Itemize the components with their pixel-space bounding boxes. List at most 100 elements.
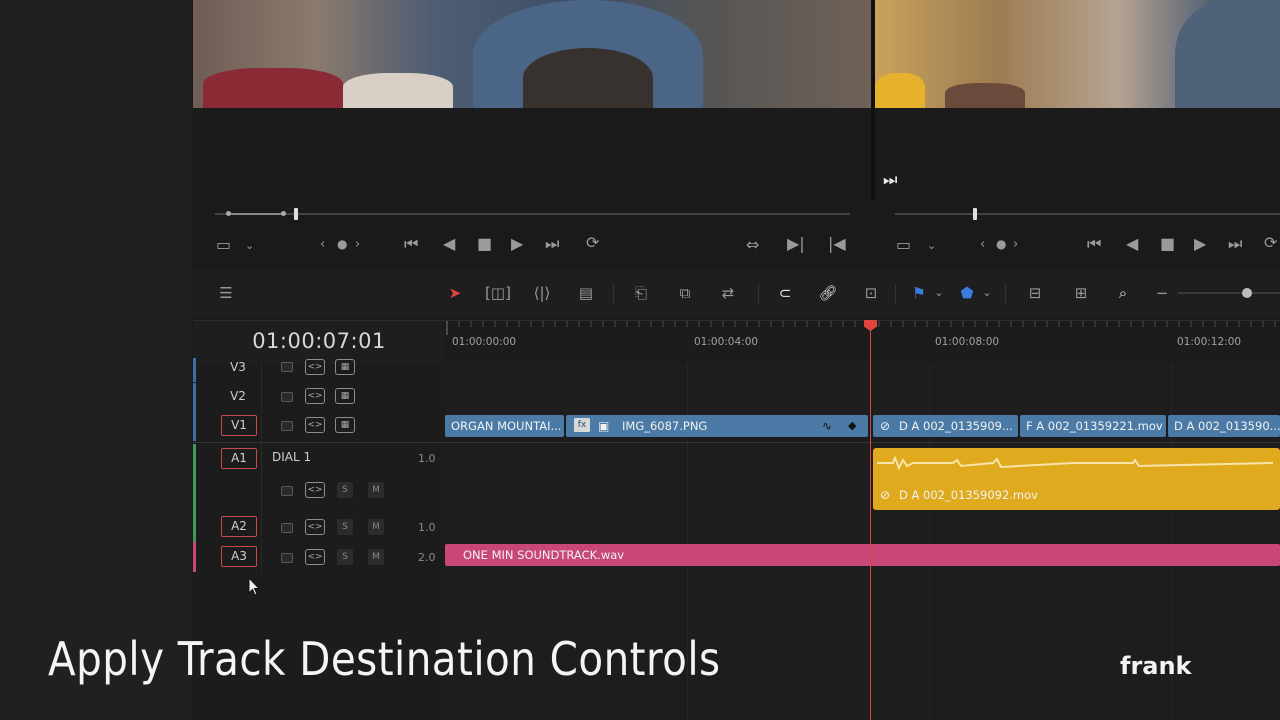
go-to-end-icon[interactable]: ⏭ [1228,236,1242,252]
insert-clip-icon[interactable]: ⎗ [625,282,657,304]
mute-button[interactable]: M [368,519,384,535]
timeline-clip-da2[interactable]: D A 002_013590... [1168,415,1280,437]
dynamic-trim-icon[interactable]: ⟨|⟩ [526,282,558,304]
go-to-end-icon[interactable]: ⏭ [545,236,559,252]
source-scrubber[interactable] [215,213,850,215]
track-destination-v1[interactable]: V1 [221,415,257,436]
track-volume-a1: 1.0 [418,452,436,465]
timeline-clip-organ[interactable]: ORGAN MOUNTAI... [445,415,564,437]
source-view-options-icon[interactable]: ▭ [216,237,231,253]
track-destination-a2[interactable]: A2 [221,516,257,537]
chevron-down-icon[interactable]: ⌄ [933,282,945,304]
play-reverse-icon[interactable]: ◀ [1126,236,1138,252]
play-icon[interactable]: ▶ [511,236,523,252]
go-to-start-icon[interactable]: ⏮ [404,236,418,252]
chevron-down-icon[interactable]: ⌄ [245,238,254,254]
next-keyframe-icon[interactable]: › [1013,237,1018,253]
timeline-clip-da1[interactable]: ⊘ D A 002_0135909... [873,415,1018,437]
loop-icon[interactable]: ⟳ [1264,235,1277,251]
zoom-slider-handle[interactable] [1242,288,1252,298]
lock-icon[interactable] [281,523,293,533]
prev-clip-icon[interactable]: |◀ [828,236,846,252]
timeline-view-options-icon[interactable]: ▭ [896,237,911,253]
track-volume-a2: 1.0 [418,521,436,534]
mute-button[interactable]: M [368,549,384,565]
snapping-icon[interactable]: ⊂ [773,282,797,304]
timeline-options-icon[interactable]: ☰ [211,282,241,304]
film-icon[interactable]: ▦ [335,388,355,404]
prev-keyframe-icon[interactable]: ‹ [320,237,325,253]
stop-icon[interactable]: ■ [477,236,492,252]
next-edit-icon[interactable]: ⏭ [883,172,897,188]
timeline-audio-clip-da[interactable]: ⊘ D A 002_01359092.mov [873,448,1280,510]
zoom-out-icon[interactable]: − [1155,282,1169,304]
keyframe-dot-icon[interactable]: ● [337,236,347,252]
loop-icon[interactable]: ⟳ [586,235,599,251]
mute-button[interactable]: M [368,482,384,498]
auto-select-icon[interactable]: <> [305,359,325,375]
marker-icon[interactable]: ⬟ [959,282,975,304]
timeline-clip-img[interactable]: IMG_6087.PNG fx ▣ ∿ ◆ [566,415,868,437]
track-label-v2[interactable]: V2 [221,387,255,406]
auto-select-icon[interactable]: <> [305,549,325,565]
stop-icon[interactable]: ■ [1160,236,1175,252]
zoom-slider[interactable] [1178,292,1280,294]
selection-mode-icon[interactable]: ➤ [445,282,465,304]
lock-icon[interactable] [281,486,293,496]
source-video-frame [193,0,871,108]
solo-button[interactable]: S [337,519,353,535]
auto-select-icon[interactable]: <> [305,482,325,498]
overwrite-clip-icon[interactable]: ⧉ [671,282,699,304]
film-icon[interactable]: ▦ [335,359,355,375]
lock-icon[interactable] [281,421,293,431]
film-icon[interactable]: ▦ [335,417,355,433]
track-header-a2: A2 <> S M 1.0 [193,514,445,542]
track-destination-a1[interactable]: A1 [221,448,257,469]
solo-button[interactable]: S [337,482,353,498]
playhead[interactable] [870,320,871,720]
next-clip-icon[interactable]: ▶| [787,236,805,252]
timeline-scrubber[interactable] [895,213,1280,215]
lock-icon[interactable] [281,553,293,563]
linked-selection-icon[interactable]: 🔗︎ [816,282,840,304]
timeline-viewer[interactable]: ⏭ [875,0,1280,200]
next-keyframe-icon[interactable]: › [355,237,360,253]
track-label-v3[interactable]: V3 [221,358,255,377]
timeline-scrubber-handle[interactable] [973,208,977,220]
match-frame-icon[interactable]: ⇔ [746,237,759,253]
zoom-full-icon[interactable]: ⊟ [1019,282,1051,304]
toolbar-separator [895,284,896,304]
trim-mode-icon[interactable]: [◫] [481,282,515,304]
auto-select-icon[interactable]: <> [305,519,325,535]
timeline-timecode[interactable]: 01:00:07:01 [193,329,445,353]
chevron-down-icon[interactable]: ⌄ [981,282,993,304]
source-scrubber-handle[interactable] [294,208,298,220]
go-to-start-icon[interactable]: ⏮ [1087,236,1101,252]
position-lock-icon[interactable]: ⊡ [860,282,882,304]
timeline-audio-clip-soundtrack[interactable]: ONE MIN SOUNDTRACK.wav [445,544,1280,566]
flag-icon[interactable]: ⚑ [911,282,927,304]
timeline-clip-fa[interactable]: F A 002_01359221.mov [1020,415,1166,437]
auto-select-icon[interactable]: <> [305,388,325,404]
left-panel [0,0,192,720]
blade-tool-icon[interactable]: ▤ [571,282,601,304]
play-icon[interactable]: ▶ [1194,236,1206,252]
zoom-detail-icon[interactable]: ⊞ [1065,282,1097,304]
fx-icon: fx [574,418,590,432]
solo-button[interactable]: S [337,549,353,565]
lock-icon[interactable] [281,362,293,372]
track-volume-a3: 2.0 [418,551,436,564]
track-name-a1[interactable]: DIAL 1 [272,450,311,464]
keyframe-dot-icon[interactable]: ● [996,236,1006,252]
play-reverse-icon[interactable]: ◀ [443,236,455,252]
track-destination-a3[interactable]: A3 [221,546,257,567]
audio-waveform [877,455,1274,471]
auto-select-icon[interactable]: <> [305,417,325,433]
chevron-down-icon[interactable]: ⌄ [927,238,936,254]
timeline-ruler[interactable]: 01:00:00:00 01:00:04:00 01:00:08:00 01:0… [445,320,1280,365]
source-viewer[interactable] [193,0,871,200]
replace-clip-icon[interactable]: ⇄ [711,282,745,304]
prev-keyframe-icon[interactable]: ‹ [980,237,985,253]
zoom-custom-icon[interactable]: ⌕ [1107,282,1139,304]
lock-icon[interactable] [281,392,293,402]
